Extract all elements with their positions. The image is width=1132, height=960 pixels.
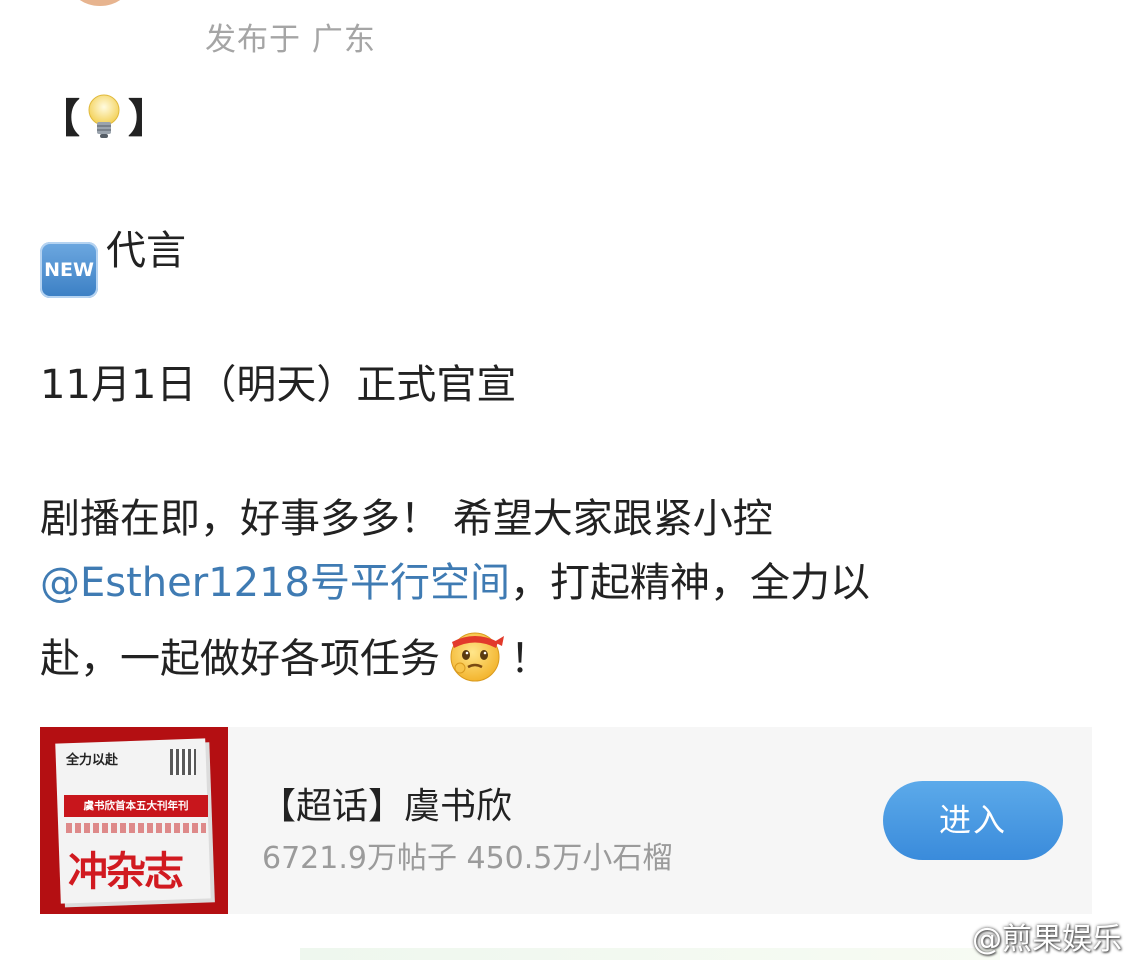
body-line-2-text: ，打起精神，全力以 [510,560,870,606]
user-mention-link[interactable]: @Esther1218号平行空间 [40,560,510,606]
topic-title: 【超话】虞书欣 [260,786,513,827]
body-line-1: 剧播在即，好事多多！ 希望大家跟紧小控 [40,496,773,542]
light-bulb-icon [82,92,126,142]
post-location: 发布于 广东 [205,22,376,58]
cover-title: 冲杂志 [68,849,184,895]
body-line-2: @Esther1218号平行空间，打起精神，全力以 [40,558,870,608]
body-line-3: 赴，一起做好各项任务 ！ [40,624,550,686]
cover-slogan: 全力以赴 [66,753,119,768]
cover-band: 虞书欣首本五大刊年刊 [64,795,208,817]
avatar[interactable] [70,0,130,6]
body-line-3-end: ！ [510,636,550,682]
determined-face-emoji-icon [444,624,506,686]
enter-button[interactable]: 进入 [883,781,1063,860]
topic-stats: 6721.9万帖子 450.5万小石榴 [262,841,673,876]
endorsement-label: 代言 [106,228,186,274]
close-bracket: 】 [128,96,168,142]
watermark: @煎果娱乐 [972,922,1122,957]
cover-fine-print [66,823,206,833]
new-badge-icon: NEW [40,242,98,298]
bulb-line: 【 】 [40,92,168,144]
topic-cover-image: 全力以赴 虞书欣首本五大刊年刊 冲杂志 [40,727,228,914]
announcement-text: 11月1日（明天）正式官宣 [40,362,517,408]
endorsement-line: NEW 代言 [40,226,186,298]
super-topic-card[interactable]: 全力以赴 虞书欣首本五大刊年刊 冲杂志 【超话】虞书欣 6721.9万帖子 45… [40,727,1092,914]
open-bracket: 【 [40,96,80,142]
bottom-strip [300,948,1000,960]
qr-code-icon [170,749,196,775]
body-line-3-text: 赴，一起做好各项任务 [40,636,440,682]
